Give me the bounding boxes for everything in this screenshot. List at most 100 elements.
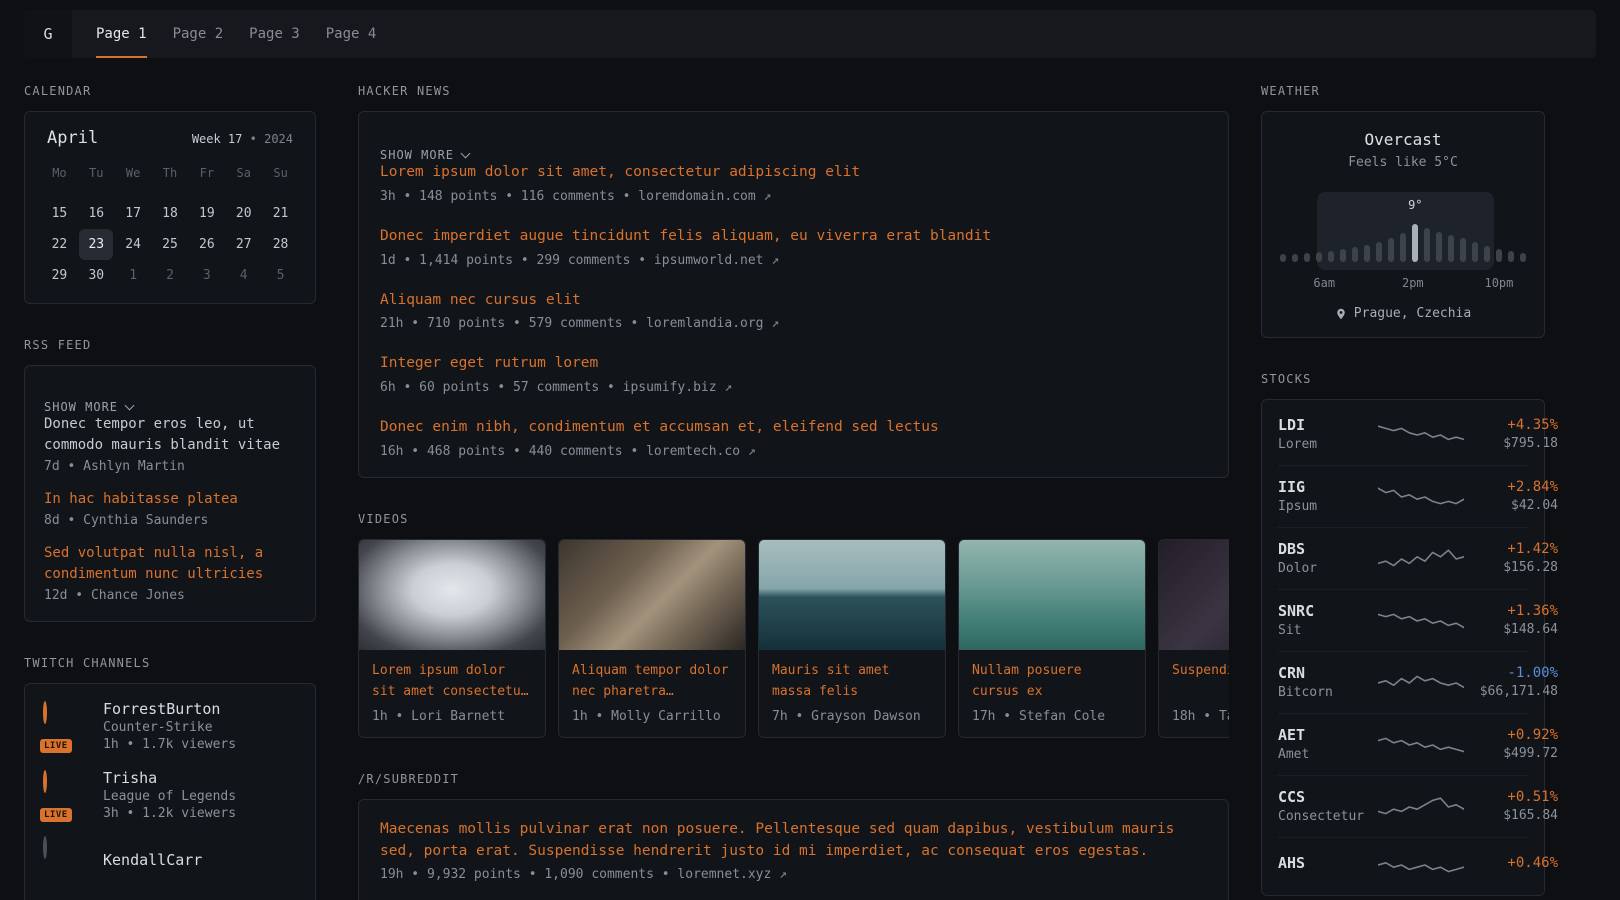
calendar-day: 18 bbox=[153, 198, 187, 229]
stock-row[interactable]: DBS Dolor +1.42% $156.28 bbox=[1278, 527, 1528, 589]
stock-price: $499.72 bbox=[1464, 746, 1558, 761]
stock-change: +0.46% bbox=[1464, 855, 1558, 871]
video-card-body: Lorem ipsum dolor sit amet consectetu… 1… bbox=[359, 650, 545, 737]
stock-name: Sit bbox=[1278, 623, 1378, 638]
video-card[interactable]: Suspendisse diam 18h • Tara bbox=[1158, 539, 1229, 738]
hackernews-item-title[interactable]: Lorem ipsum dolor sit amet, consectetur … bbox=[380, 162, 1207, 184]
video-card[interactable]: Lorem ipsum dolor sit amet consectetu… 1… bbox=[358, 539, 546, 738]
page-tab[interactable]: Page 3 bbox=[249, 10, 300, 58]
subreddit-item-title[interactable]: Maecenas mollis pulvinar erat non posuer… bbox=[380, 819, 1207, 863]
calendar-day: 15 bbox=[42, 198, 76, 229]
video-card[interactable]: Mauris sit amet massa felis 7h • Grayson… bbox=[758, 539, 946, 738]
stock-row[interactable]: SNRC Sit +1.36% $148.64 bbox=[1278, 589, 1528, 651]
stocks-card: LDI Lorem +4.35% $795.18 bbox=[1261, 399, 1545, 896]
twitch-channel-row[interactable]: LIVE ForrestBurton Counter-Strike 1h • 1… bbox=[43, 700, 297, 752]
video-card[interactable]: Aliquam tempor dolor nec pharetra… 1h • … bbox=[558, 539, 746, 738]
calendar-separator: • bbox=[250, 132, 257, 146]
stock-ticker: LDI bbox=[1278, 416, 1378, 434]
rss-show-more-label: SHOW MORE bbox=[44, 400, 118, 414]
calendar-day: 17 bbox=[116, 198, 150, 229]
stock-info: CRN Bitcorn bbox=[1278, 664, 1378, 700]
calendar-day: 24 bbox=[116, 229, 150, 260]
twitch-avatar-wrap bbox=[43, 838, 89, 884]
rss-item-title[interactable]: In hac habitasse platea bbox=[44, 489, 296, 510]
twitch-channel-row[interactable]: KendallCarr bbox=[43, 838, 297, 884]
video-card-body: Nullam posuere cursus ex 17h • Stefan Co… bbox=[959, 650, 1145, 737]
weather-bar bbox=[1424, 228, 1430, 262]
rss-card: SHOW MORE Donec tempor eros leo, ut comm… bbox=[24, 365, 316, 622]
weather-time-label: 2pm bbox=[1402, 276, 1424, 290]
calendar-day: 28 bbox=[264, 229, 298, 260]
stock-row[interactable]: IIG Ipsum +2.84% $42.04 bbox=[1278, 465, 1528, 527]
weather-bar bbox=[1364, 245, 1370, 262]
calendar-header: April Week 17 • 2024 bbox=[41, 128, 299, 148]
hackernews-item: Integer eget rutrum lorem 6h • 60 points… bbox=[380, 353, 1207, 395]
calendar-month: April bbox=[47, 128, 98, 148]
hackernews-widget: HACKER NEWS SHOW MORE Lorem ipsum dolor … bbox=[358, 84, 1229, 478]
weather-chart-area: 9° bbox=[1280, 192, 1526, 270]
video-thumbnail bbox=[759, 540, 945, 650]
stock-change: +0.92% bbox=[1464, 727, 1558, 743]
stock-sparkline bbox=[1378, 792, 1464, 820]
location-pin-icon bbox=[1335, 308, 1347, 320]
stock-row[interactable]: AET Amet +0.92% $499.72 bbox=[1278, 713, 1528, 775]
weather-bar bbox=[1412, 224, 1418, 262]
hackernews-show-more-button[interactable]: SHOW MORE bbox=[380, 148, 469, 162]
video-card[interactable]: Nullam posuere cursus ex 17h • Stefan Co… bbox=[958, 539, 1146, 738]
stock-price: $795.18 bbox=[1464, 436, 1558, 451]
calendar-widget: CALENDAR April Week 17 • 2024 MoTuWeThFr… bbox=[24, 84, 316, 304]
stock-row[interactable]: LDI Lorem +4.35% $795.18 bbox=[1278, 404, 1528, 465]
hackernews-item: Aliquam nec cursus elit 21h • 710 points… bbox=[380, 290, 1207, 332]
hackernews-item-title[interactable]: Donec imperdiet augue tincidunt felis al… bbox=[380, 226, 1207, 248]
calendar-day: 5 bbox=[264, 260, 298, 291]
content: CALENDAR April Week 17 • 2024 MoTuWeThFr… bbox=[0, 58, 1620, 900]
twitch-channel-info: ForrestBurton Counter-Strike 1h • 1.7k v… bbox=[103, 700, 236, 752]
hackernews-item-title[interactable]: Integer eget rutrum lorem bbox=[380, 353, 1207, 375]
stock-price: $165.84 bbox=[1464, 808, 1558, 823]
hackernews-item-title[interactable]: Aliquam nec cursus elit bbox=[380, 290, 1207, 312]
stock-change: +0.51% bbox=[1464, 789, 1558, 805]
stock-values: -1.00% $66,171.48 bbox=[1464, 665, 1558, 699]
calendar-days-grid: 1516171819202122232425262728293012345 bbox=[41, 198, 299, 291]
live-badge: LIVE bbox=[40, 808, 72, 822]
weather-bar bbox=[1328, 251, 1334, 262]
page-tab[interactable]: Page 1 bbox=[96, 10, 147, 58]
twitch-channel-info: Trisha League of Legends 3h • 1.2k viewe… bbox=[103, 769, 236, 821]
rss-widget: RSS FEED SHOW MORE Donec tempor eros leo… bbox=[24, 338, 316, 622]
rss-show-more-button[interactable]: SHOW MORE bbox=[44, 400, 133, 414]
calendar-day: 21 bbox=[264, 198, 298, 229]
subreddit-widget: /R/SUBREDDIT Maecenas mollis pulvinar er… bbox=[358, 772, 1229, 900]
avatar bbox=[43, 770, 47, 793]
avatar bbox=[43, 701, 47, 724]
left-column: CALENDAR April Week 17 • 2024 MoTuWeThFr… bbox=[24, 84, 316, 900]
hackernews-item-meta: 3h • 148 points • 116 comments • loremdo… bbox=[380, 189, 1207, 204]
stock-row[interactable]: CRN Bitcorn -1.00% $66,171.48 bbox=[1278, 651, 1528, 713]
page-tab[interactable]: Page 4 bbox=[326, 10, 377, 58]
subreddit-widget-title: /R/SUBREDDIT bbox=[358, 772, 1229, 786]
weather-bar bbox=[1448, 235, 1454, 262]
rss-item-title[interactable]: Sed volutpat nulla nisl, a condimentum n… bbox=[44, 543, 296, 585]
rss-item-title[interactable]: Donec tempor eros leo, ut commodo mauris… bbox=[44, 414, 296, 456]
calendar-day: 19 bbox=[190, 198, 224, 229]
hackernews-item-meta: 21h • 710 points • 579 comments • loreml… bbox=[380, 316, 1207, 331]
weather-peak-label: 9° bbox=[1408, 198, 1422, 212]
stock-row[interactable]: AHS +0.46% bbox=[1278, 837, 1528, 891]
video-title[interactable]: Lorem ipsum dolor sit amet consectetu… bbox=[372, 660, 532, 702]
twitch-channel-info: KendallCarr bbox=[103, 851, 202, 871]
stock-values: +1.36% $148.64 bbox=[1464, 603, 1558, 637]
hackernews-item-title[interactable]: Donec enim nibh, condimentum et accumsan… bbox=[380, 417, 1207, 439]
app-logo[interactable]: G bbox=[24, 10, 72, 58]
weather-widget: WEATHER Overcast Feels like 5°C 9° 6am2p… bbox=[1261, 84, 1545, 338]
page-tab[interactable]: Page 2 bbox=[173, 10, 224, 58]
video-title[interactable]: Aliquam tempor dolor nec pharetra… bbox=[572, 660, 732, 702]
twitch-channel-row[interactable]: LIVE Trisha League of Legends 3h • 1.2k … bbox=[43, 769, 297, 821]
video-title[interactable]: Mauris sit amet massa felis bbox=[772, 660, 932, 702]
video-title[interactable]: Suspendisse diam bbox=[1172, 660, 1229, 702]
stock-change: -1.00% bbox=[1464, 665, 1558, 681]
stock-name: Ipsum bbox=[1278, 499, 1378, 514]
calendar-widget-title: CALENDAR bbox=[24, 84, 316, 98]
video-title[interactable]: Nullam posuere cursus ex bbox=[972, 660, 1132, 702]
stock-row[interactable]: CCS Consectetur +0.51% $165.84 bbox=[1278, 775, 1528, 837]
calendar-day-of-week: Sa bbox=[225, 160, 262, 186]
stock-sparkline bbox=[1378, 544, 1464, 572]
